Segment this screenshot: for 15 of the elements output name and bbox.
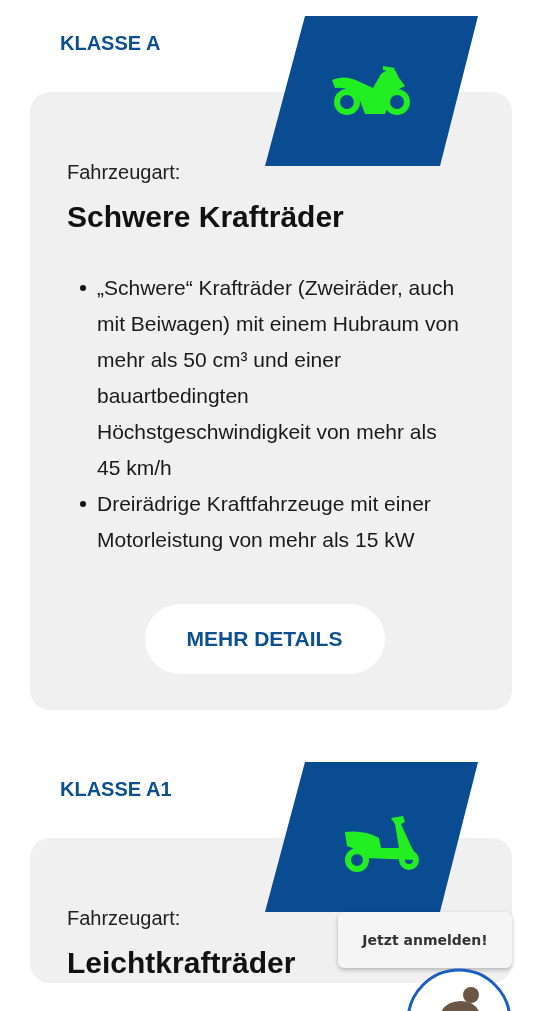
motorcycle-icon [332,66,410,115]
bullet-dot [80,285,86,291]
details-button[interactable]: MEHR DETAILS [144,604,385,674]
vehicle-title: Schwere Krafträder [67,199,344,235]
class-label: KLASSE A [60,31,162,56]
vehicle-type-label: Fahrzeugart: [67,160,181,185]
scooter-icon [345,816,419,872]
vehicle-title: Leichtkrafträder [67,945,296,981]
signup-prompt[interactable]: Jetzt anmelden! [338,912,512,968]
class-label: KLASSE A1 [60,777,173,802]
bullet-text: Dreirädrige Kraftfahrzeuge mit einer Motorleistung von mehr als 15 kW [97,491,432,553]
avatar[interactable] [406,968,512,1011]
vehicle-type-label: Fahrzeugart: [67,906,181,931]
bullet-text: „Schwere“ Krafträder (Zweiräder, auch mit Beiwagen) mit einem Hubraum von mehr als 50 cm³ und einer bauartbedingten Höchstgeschwindigkeit von mehr als 45 km/h [97,275,460,481]
bullet-dot [80,501,86,507]
